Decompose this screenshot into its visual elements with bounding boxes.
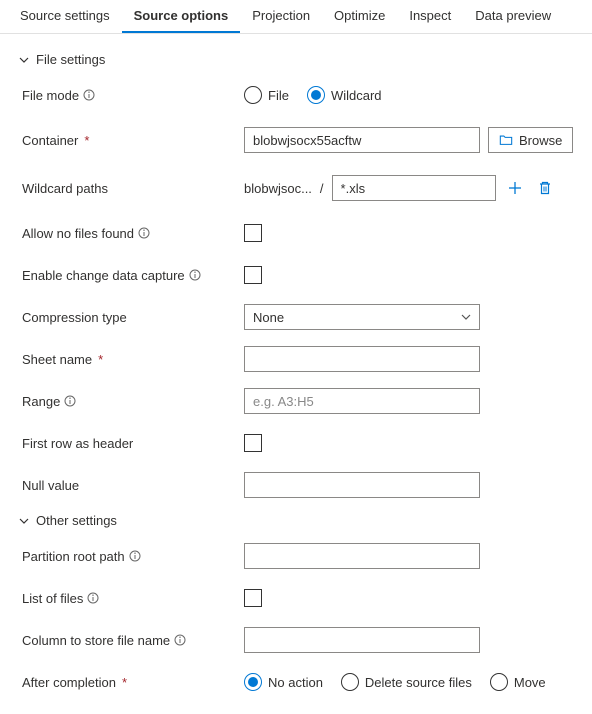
delete-wildcard-button[interactable] xyxy=(534,177,556,199)
section-file-settings-label: File settings xyxy=(36,52,105,67)
after-completion-delete-radio[interactable]: Delete source files xyxy=(341,673,472,691)
required-marker: * xyxy=(122,675,127,690)
null-value-label: Null value xyxy=(22,478,79,493)
list-of-files-label: List of files xyxy=(22,591,83,606)
after-completion-noaction-radio[interactable]: No action xyxy=(244,673,323,691)
file-mode-file-radio[interactable]: File xyxy=(244,86,289,104)
add-wildcard-button[interactable] xyxy=(504,177,526,199)
info-icon[interactable] xyxy=(83,89,95,101)
trash-icon xyxy=(537,180,553,196)
browse-button[interactable]: Browse xyxy=(488,127,573,153)
compression-type-label: Compression type xyxy=(22,310,127,325)
enable-cdc-label: Enable change data capture xyxy=(22,268,185,283)
null-value-input[interactable] xyxy=(244,472,480,498)
first-row-header-label: First row as header xyxy=(22,436,133,451)
container-input[interactable] xyxy=(244,127,480,153)
required-marker: * xyxy=(98,352,103,367)
info-icon[interactable] xyxy=(189,269,201,281)
info-icon[interactable] xyxy=(174,634,186,646)
after-completion-delete-label: Delete source files xyxy=(365,675,472,690)
sheet-name-input[interactable] xyxy=(244,346,480,372)
container-label: Container xyxy=(22,133,78,148)
section-other-settings-label: Other settings xyxy=(36,513,117,528)
tab-bar: Source settings Source options Projectio… xyxy=(0,0,592,34)
wildcard-paths-label: Wildcard paths xyxy=(22,181,108,196)
after-completion-label: After completion xyxy=(22,675,116,690)
enable-cdc-checkbox[interactable] xyxy=(244,266,262,284)
path-separator: / xyxy=(320,181,324,196)
file-mode-label: File mode xyxy=(22,88,79,103)
file-mode-wildcard-label: Wildcard xyxy=(331,88,382,103)
tab-inspect[interactable]: Inspect xyxy=(397,0,463,33)
allow-no-files-checkbox[interactable] xyxy=(244,224,262,242)
content-area: File settings File mode File Wildcard xyxy=(0,34,592,714)
column-store-filename-label: Column to store file name xyxy=(22,633,170,648)
info-icon[interactable] xyxy=(138,227,150,239)
after-completion-noaction-label: No action xyxy=(268,675,323,690)
tab-source-options[interactable]: Source options xyxy=(122,0,241,33)
sheet-name-label: Sheet name xyxy=(22,352,92,367)
partition-root-input[interactable] xyxy=(244,543,480,569)
compression-type-value: None xyxy=(253,310,284,325)
chevron-down-icon xyxy=(18,515,30,527)
file-mode-wildcard-radio[interactable]: Wildcard xyxy=(307,86,382,104)
file-mode-radio-group: File Wildcard xyxy=(244,86,382,104)
after-completion-move-label: Move xyxy=(514,675,546,690)
wildcard-prefix: blobwjsoc... xyxy=(244,181,312,196)
compression-type-select[interactable]: None xyxy=(244,304,480,330)
tab-optimize[interactable]: Optimize xyxy=(322,0,397,33)
info-icon[interactable] xyxy=(87,592,99,604)
after-completion-radio-group: No action Delete source files Move xyxy=(244,673,546,691)
info-icon[interactable] xyxy=(64,395,76,407)
browse-button-label: Browse xyxy=(519,133,562,148)
column-store-filename-input[interactable] xyxy=(244,627,480,653)
chevron-down-icon xyxy=(461,312,471,322)
section-file-settings[interactable]: File settings xyxy=(18,52,578,67)
section-other-settings[interactable]: Other settings xyxy=(18,513,578,528)
chevron-down-icon xyxy=(18,54,30,66)
info-icon[interactable] xyxy=(129,550,141,562)
plus-icon xyxy=(507,180,523,196)
tab-projection[interactable]: Projection xyxy=(240,0,322,33)
range-label: Range xyxy=(22,394,60,409)
list-of-files-checkbox[interactable] xyxy=(244,589,262,607)
after-completion-move-radio[interactable]: Move xyxy=(490,673,546,691)
allow-no-files-label: Allow no files found xyxy=(22,226,134,241)
file-mode-file-label: File xyxy=(268,88,289,103)
first-row-header-checkbox[interactable] xyxy=(244,434,262,452)
folder-icon xyxy=(499,133,513,147)
tab-data-preview[interactable]: Data preview xyxy=(463,0,563,33)
wildcard-input[interactable] xyxy=(332,175,496,201)
partition-root-label: Partition root path xyxy=(22,549,125,564)
tab-source-settings[interactable]: Source settings xyxy=(8,0,122,33)
required-marker: * xyxy=(84,133,89,148)
range-input[interactable] xyxy=(244,388,480,414)
